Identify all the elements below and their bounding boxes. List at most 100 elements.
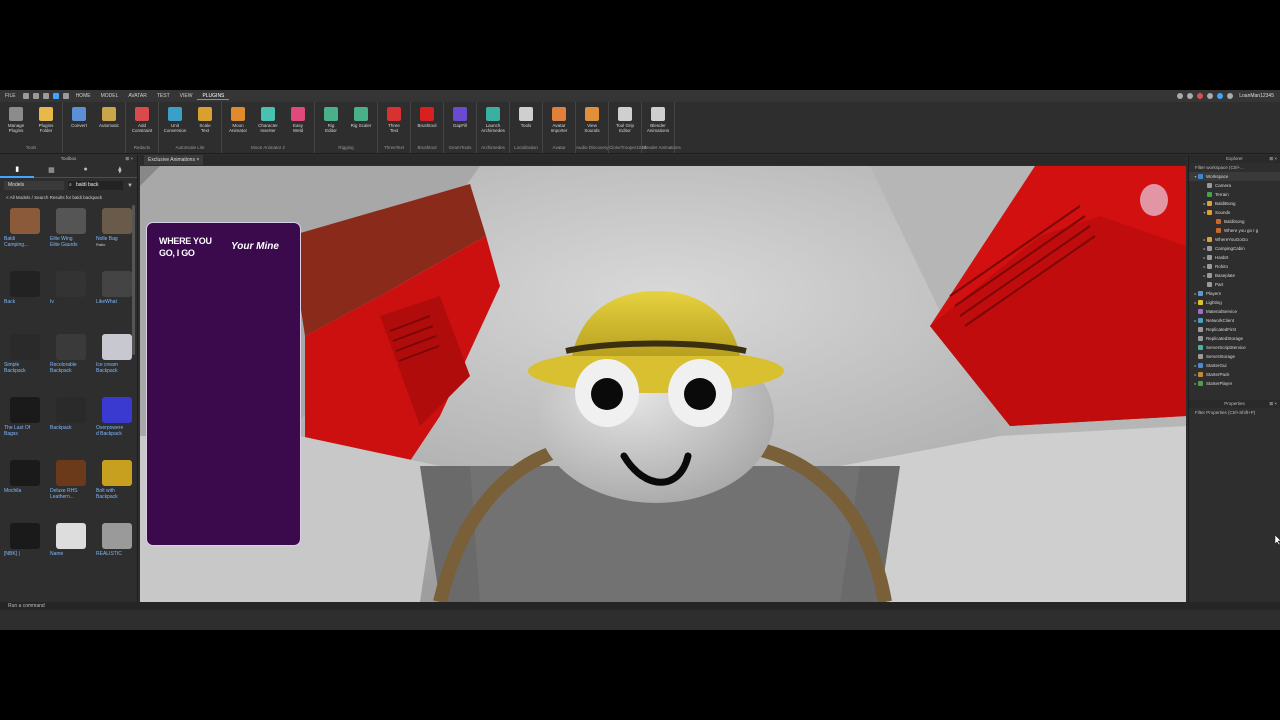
ribbon-button[interactable]: Character Inserter [254,104,282,142]
ribbon-button[interactable]: Tool Grip Editor [611,104,639,142]
ribbon-button[interactable]: Blender Animations [644,104,672,142]
save-icon[interactable] [22,93,29,99]
play-icon[interactable] [52,93,59,99]
category-dropdown[interactable]: Models [4,181,64,190]
ribbon-button[interactable]: Automatic [95,104,123,142]
toolbox-item[interactable]: [NBK] | [4,519,46,578]
ribbon-button[interactable]: Avatar Importer [545,104,573,142]
explorer-row[interactable]: ▸ Baseplate [1189,271,1280,280]
explorer-row[interactable]: ▸ Lighting [1189,298,1280,307]
username[interactable]: LoanMan12345 [1239,93,1274,99]
tab-plugins[interactable]: PLUGINS [197,93,230,100]
redo-icon[interactable] [42,93,49,99]
help-icon[interactable] [1207,93,1214,99]
toolbox-item-name: Mochila [4,488,22,494]
toolbox-item[interactable]: REALISTIC [96,519,138,578]
explorer-row[interactable]: ▸ WhereYouGoGo [1189,235,1280,244]
file-menu[interactable]: FILE [0,93,21,99]
tab-home[interactable]: HOME [71,93,96,99]
stop-icon[interactable] [62,93,69,99]
tab-recent[interactable]: ● [69,162,103,178]
explorer-row[interactable]: ▾ Sounds [1189,208,1280,217]
tab-exclusive-animations[interactable]: Exclusive Animations × [144,155,204,165]
toolbox-item[interactable]: Name [50,519,92,578]
explorer-row[interactable]: ▸ StarterGui [1189,361,1280,370]
breadcrumb[interactable]: < All Models / Search Results for baldi … [0,191,137,204]
explorer-row[interactable]: ▸ Players [1189,289,1280,298]
explorer-row[interactable]: Part [1189,280,1280,289]
ribbon-button[interactable]: Convert [65,104,93,142]
toolbox-item[interactable]: Deluxe RHS Leathern... [50,456,92,515]
explorer-row[interactable]: ▸ StarterPlayer [1189,379,1280,388]
close-icon[interactable]: ⊠ × [1269,400,1277,408]
ribbon-button[interactable]: Add Constraint [128,104,156,142]
ribbon-button[interactable]: Tools [512,104,540,142]
explorer-row[interactable]: Camera [1189,181,1280,190]
ribbon-button[interactable]: GapFill [446,104,474,142]
ribbon-button[interactable]: Manage Plugins [2,104,30,142]
scrollbar[interactable] [132,205,135,355]
toolbox-item[interactable]: Mochila [4,456,46,515]
tab-marketplace[interactable]: ▦ [34,162,68,178]
explorer-row[interactable]: Where you go I g [1189,226,1280,235]
close-icon[interactable]: ⊠ × [125,155,133,162]
tab-avatar[interactable]: AVATAR [123,93,152,99]
toolbox-item[interactable]: Elite Wing Elite Gaurds [50,204,92,263]
3d-viewport[interactable]: WHERE YOU GO, I GO Your Mine [140,166,1186,602]
toolbox-item[interactable]: Back [4,267,46,326]
tab-test[interactable]: TEST [152,93,175,99]
ribbon-button[interactable]: Brushtool [413,104,441,142]
filter-icon[interactable]: ▼ [127,183,133,189]
toolbox-item[interactable]: Backpack [50,393,92,452]
toolbox-item[interactable]: Iv [50,267,92,326]
explorer-filter-input[interactable]: Filter workspace (Ctrl+... [1189,163,1280,172]
close-icon[interactable]: ⊠ × [1269,155,1277,163]
ribbon-group: Rig Editor Rig Scaler Rigging [315,102,378,153]
ribbon-button[interactable]: Scale Text [191,104,219,142]
collapse-icon[interactable] [1177,93,1184,99]
explorer-row[interactable]: ServerStorage [1189,352,1280,361]
cloud-icon[interactable] [1217,93,1224,99]
ribbon-button[interactable]: Moon Animator [224,104,252,142]
share-icon[interactable] [1187,93,1194,99]
tab-creations[interactable]: ⧫ [103,162,137,178]
ribbon-button[interactable]: Unit Conversion [161,104,189,142]
ribbon-button[interactable]: Launch Archimedes [479,104,507,142]
ribbon-button[interactable]: Rig Editor [317,104,345,142]
explorer-row[interactable]: ▸ StarterPack [1189,370,1280,379]
constraint-icon [135,107,149,121]
ribbon-button[interactable]: View Sounds [578,104,606,142]
ribbon-button[interactable]: Easy Weld [284,104,312,142]
toolbox-item[interactable]: Overpowere d Backpack [96,393,138,452]
explorer-row[interactable]: ▸ CampingCabin [1189,244,1280,253]
properties-filter-input[interactable]: Filter Properties (Ctrl+Shift+P) [1189,408,1280,417]
explorer-row[interactable]: ReplicatedStorage [1189,334,1280,343]
toolbox-item[interactable]: Bolt with Backpack [96,456,138,515]
undo-icon[interactable] [32,93,39,99]
toolbox-item[interactable]: Simple Backpack [4,330,46,389]
explorer-row[interactable]: ▸ Rohito [1189,262,1280,271]
search-input[interactable]: ⌕ baldi back [68,181,124,190]
explorer-row[interactable]: ReplicatedFirst [1189,325,1280,334]
explorer-row[interactable]: ▸ NetworkClient [1189,316,1280,325]
ribbon-button[interactable]: Rig Scaler [347,104,375,142]
tab-model[interactable]: MODEL [96,93,124,99]
ribbon-button[interactable]: Plugins Folder [32,104,60,142]
command-bar[interactable]: Run a command [0,602,1280,610]
explorer-row[interactable]: MaterialService [1189,307,1280,316]
tab-view[interactable]: VIEW [175,93,198,99]
instance-icon [1216,219,1221,224]
tab-inventory[interactable]: ▮ [0,162,35,178]
toolbox-item[interactable]: Baldi Camping... [4,204,46,263]
toolbox-item[interactable]: Recolorable Backpack [50,330,92,389]
explorer-row[interactable]: ▸ BaldiBong [1189,199,1280,208]
explorer-row[interactable]: BaldiSong [1189,217,1280,226]
explorer-row[interactable]: ▾ Workspace [1189,172,1280,181]
explorer-row[interactable]: ServerScriptService [1189,343,1280,352]
notification-icon[interactable] [1197,93,1204,99]
people-icon[interactable] [1227,93,1234,99]
explorer-row[interactable]: ▸ Hasbrt [1189,253,1280,262]
explorer-row[interactable]: Terrain [1189,190,1280,199]
toolbox-item[interactable]: The Last Of Bagss [4,393,46,452]
ribbon-button[interactable]: Three Text [380,104,408,142]
